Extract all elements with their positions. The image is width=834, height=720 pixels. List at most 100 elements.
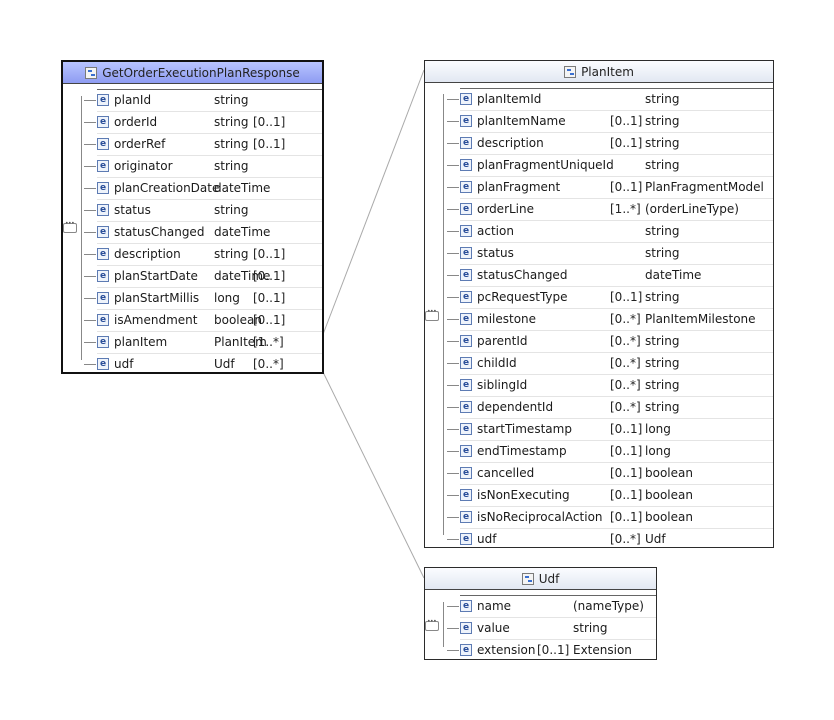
element-row-statuschanged[interactable]: e statusChanged dateTime	[447, 265, 773, 287]
element-name: planStartMillis	[114, 291, 200, 305]
udf-sequence-icon[interactable]	[425, 618, 439, 631]
element-row-udf[interactable]: e udf [0..*] Udf	[447, 529, 773, 551]
planitem-sequence-icon[interactable]	[425, 308, 439, 321]
element-row-planfragmentuniqueid[interactable]: e planFragmentUniqueId string	[447, 155, 773, 177]
element-row-extension[interactable]: e extension [0..1] Extension	[447, 640, 656, 662]
element-name: originator	[114, 159, 173, 173]
element-name: status	[114, 203, 151, 217]
tree-connector	[84, 342, 96, 343]
element-name: action	[477, 224, 514, 238]
element-row-starttimestamp[interactable]: e startTimestamp [0..1] long	[447, 419, 773, 441]
planitem-type-header[interactable]: PlanItem	[425, 61, 773, 83]
tree-connector	[447, 451, 459, 452]
element-icon: e	[97, 358, 109, 370]
element-row-planstartdate[interactable]: e planStartDate [0..1] dateTime	[84, 266, 322, 288]
tree-connector	[447, 473, 459, 474]
element-icon: e	[460, 93, 472, 105]
element-row-planstartmillis[interactable]: e planStartMillis [0..1] long	[84, 288, 322, 310]
element-row-planfragment[interactable]: e planFragment [0..1] PlanFragmentModel	[447, 177, 773, 199]
element-name: extension	[477, 643, 536, 657]
element-row-cancelled[interactable]: e cancelled [0..1] boolean	[447, 463, 773, 485]
element-type: string	[214, 137, 249, 151]
element-row-plancreationdate[interactable]: e planCreationDate dateTime	[84, 178, 322, 200]
tree-connector	[84, 276, 96, 277]
element-row-isnonexecuting[interactable]: e isNonExecuting [0..1] boolean	[447, 485, 773, 507]
element-type: dateTime	[214, 181, 271, 195]
element-icon: e	[460, 511, 472, 523]
element-type: string	[645, 400, 680, 414]
element-row-parentid[interactable]: e parentId [0..*] string	[447, 331, 773, 353]
tree-connector	[447, 385, 459, 386]
element-icon: e	[460, 357, 472, 369]
element-row-statuschanged[interactable]: e statusChanged dateTime	[84, 222, 322, 244]
element-row-value[interactable]: e value string	[447, 618, 656, 640]
element-row-orderref[interactable]: e orderRef [0..1] string	[84, 134, 322, 156]
element-row-udf[interactable]: e udf [0..*] Udf	[84, 354, 322, 376]
element-row-orderline[interactable]: e orderLine [1..*] (orderLineType)	[447, 199, 773, 221]
element-row-planitemid[interactable]: e planItemId string	[447, 89, 773, 111]
element-name: statusChanged	[477, 268, 568, 282]
element-icon: e	[460, 291, 472, 303]
element-type: string	[214, 203, 249, 217]
element-row-description[interactable]: e description [0..1] string	[447, 133, 773, 155]
element-icon: e	[460, 445, 472, 457]
response-type-title: GetOrderExecutionPlanResponse	[102, 65, 300, 80]
tree-connector	[84, 364, 96, 365]
element-row-originator[interactable]: e originator string	[84, 156, 322, 178]
element-row-endtimestamp[interactable]: e endTimestamp [0..1] long	[447, 441, 773, 463]
element-name: endTimestamp	[477, 444, 567, 458]
element-row-siblingid[interactable]: e siblingId [0..*] string	[447, 375, 773, 397]
complex-type-icon	[564, 65, 577, 78]
element-name: parentId	[477, 334, 528, 348]
element-row-status[interactable]: e status string	[447, 243, 773, 265]
element-cardinality: [0..1]	[253, 137, 286, 151]
element-icon: e	[460, 247, 472, 259]
planitem-type-box[interactable]: PlanItem e planItemId string e planItemName […	[424, 60, 774, 548]
tree-connector	[84, 254, 96, 255]
element-cardinality: [0..1]	[610, 444, 643, 458]
element-type: string	[645, 158, 680, 172]
element-icon: e	[97, 226, 109, 238]
element-icon: e	[460, 225, 472, 237]
response-sequence-icon[interactable]	[63, 220, 77, 233]
response-type-box[interactable]: GetOrderExecutionPlanResponse e planId str…	[61, 60, 324, 374]
element-name: planItemId	[477, 92, 542, 106]
element-name: isAmendment	[114, 313, 198, 327]
tree-connector	[447, 363, 459, 364]
element-row-planid[interactable]: e planId string	[84, 90, 322, 112]
element-row-name[interactable]: e name (nameType)	[447, 596, 656, 618]
element-row-status[interactable]: e status string	[84, 200, 322, 222]
tree-connector	[447, 407, 459, 408]
element-cardinality: [0..1]	[537, 643, 570, 657]
element-cardinality: [0..*]	[253, 357, 284, 371]
element-row-planitemname[interactable]: e planItemName [0..1] string	[447, 111, 773, 133]
element-row-milestone[interactable]: e milestone [0..*] PlanItemMilestone	[447, 309, 773, 331]
element-icon: e	[460, 269, 472, 281]
element-type: string	[645, 378, 680, 392]
element-type: string	[573, 621, 608, 635]
element-row-dependentid[interactable]: e dependentId [0..*] string	[447, 397, 773, 419]
element-row-action[interactable]: e action string	[447, 221, 773, 243]
udf-type-box[interactable]: Udf e name (nameType) e value string e extensio…	[424, 567, 657, 660]
element-cardinality: [1..*]	[610, 202, 641, 216]
element-icon: e	[460, 313, 472, 325]
element-name: name	[477, 599, 512, 613]
element-cardinality: [0..1]	[253, 291, 286, 305]
element-row-childid[interactable]: e childId [0..*] string	[447, 353, 773, 375]
element-name: startTimestamp	[477, 422, 572, 436]
element-icon: e	[460, 181, 472, 193]
element-row-planitem[interactable]: e planItem [1..*] PlanItem	[84, 332, 322, 354]
element-row-description[interactable]: e description [0..1] string	[84, 244, 322, 266]
element-row-orderid[interactable]: e orderId [0..1] string	[84, 112, 322, 134]
element-row-isamendment[interactable]: e isAmendment [0..1] boolean	[84, 310, 322, 332]
tree-connector	[447, 209, 459, 210]
element-type: PlanItemMilestone	[645, 312, 756, 326]
response-type-header[interactable]: GetOrderExecutionPlanResponse	[63, 62, 322, 84]
element-row-pcrequesttype[interactable]: e pcRequestType [0..1] string	[447, 287, 773, 309]
element-type: string	[645, 334, 680, 348]
tree-connector	[84, 188, 96, 189]
udf-type-header[interactable]: Udf	[425, 568, 656, 590]
element-row-isnoreciprocalaction[interactable]: e isNoReciprocalAction [0..1] boolean	[447, 507, 773, 529]
tree-connector	[84, 232, 96, 233]
element-type: dateTime	[214, 225, 271, 239]
